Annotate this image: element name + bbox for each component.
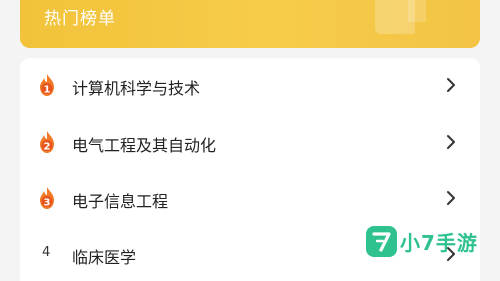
flame-rank-1-icon: 1 (40, 74, 54, 96)
site-watermark-logo: 小7手游 (366, 226, 486, 260)
chevron-right-icon (447, 135, 455, 149)
app-screen: 热门榜单 1 计算机科学与技术 2 电气工程及其自动化 3 电子信息工程 4 临… (0, 0, 500, 281)
watermark-logo-icon (366, 226, 397, 257)
header-decoration (408, 0, 426, 22)
ranking-item-label: 临床医学 (72, 248, 137, 267)
svg-text:2: 2 (44, 142, 51, 153)
ranking-item[interactable]: 2 电气工程及其自动化 (20, 115, 480, 171)
flame-rank-2-icon: 2 (40, 131, 54, 153)
ranking-item-label: 电子信息工程 (72, 192, 169, 211)
ranking-item-label: 电气工程及其自动化 (72, 136, 217, 155)
flame-rank-3-icon: 3 (40, 187, 54, 209)
hot-list-header: 热门榜单 (20, 0, 480, 48)
watermark-text: 小7手游 (400, 231, 478, 255)
page-title: 热门榜单 (44, 9, 116, 29)
rank-number: 4 (42, 245, 51, 260)
ranking-item-label: 计算机科学与技术 (72, 79, 201, 98)
ranking-item[interactable]: 3 电子信息工程 (20, 171, 480, 227)
ranking-item[interactable]: 1 计算机科学与技术 (20, 58, 480, 114)
svg-text:1: 1 (44, 85, 51, 96)
svg-text:3: 3 (44, 198, 51, 209)
chevron-right-icon (447, 78, 455, 92)
chevron-right-icon (447, 191, 455, 205)
